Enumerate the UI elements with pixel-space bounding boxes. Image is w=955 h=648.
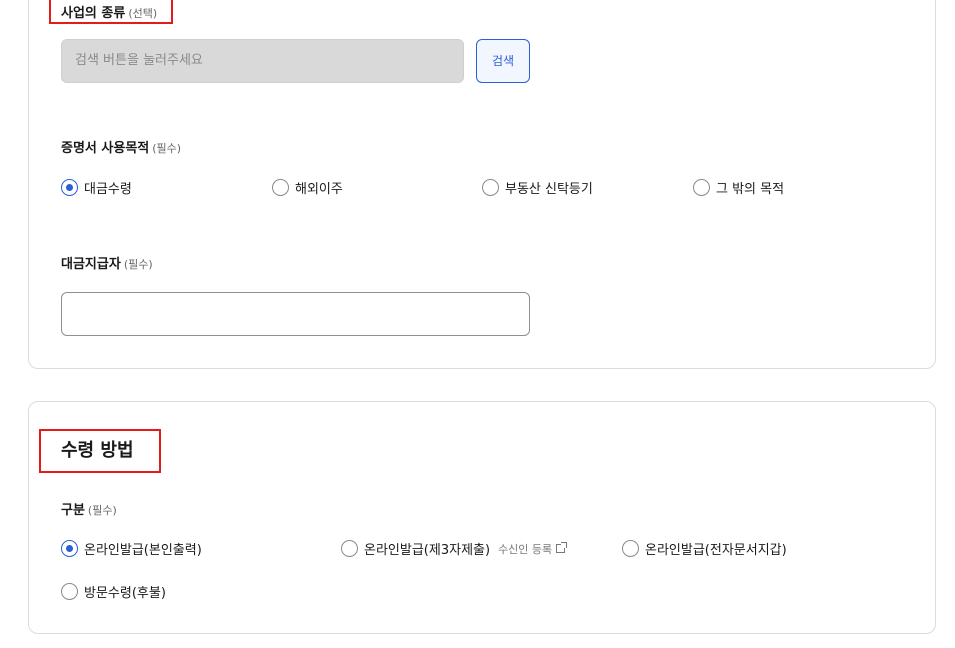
required-tag: (필수) — [152, 142, 182, 155]
business-type-search-input[interactable]: 검색 버튼을 눌러주세요 — [61, 39, 464, 83]
receipt-radio-third-party[interactable]: 온라인발급(제3자제출) 수신인 등록 — [341, 539, 568, 558]
search-button[interactable]: 검색 — [476, 39, 530, 83]
radio-icon[interactable] — [272, 179, 289, 196]
required-tag: (필수) — [123, 258, 153, 271]
purpose-radio-emigration[interactable]: 해외이주 — [272, 178, 343, 197]
purpose-radio-other[interactable]: 그 밖의 목적 — [693, 178, 784, 197]
radio-checked-icon[interactable] — [61, 179, 78, 196]
receipt-method-title: 수령 방법 — [61, 440, 134, 461]
purpose-radio-trust-registration[interactable]: 부동산 신탁등기 — [482, 178, 593, 197]
receipt-radio-visit-pickup[interactable]: 방문수령(후불) — [61, 582, 166, 601]
purpose-radio-payment[interactable]: 대금수령 — [61, 178, 132, 197]
external-link-icon[interactable] — [556, 542, 568, 553]
business-type-label: 사업의 종류 (선택) — [61, 6, 158, 21]
radio-icon[interactable] — [341, 540, 358, 557]
radio-icon[interactable] — [482, 179, 499, 196]
radio-checked-icon[interactable] — [61, 540, 78, 557]
radio-icon[interactable] — [693, 179, 710, 196]
recipient-register-link[interactable]: 수신인 등록 — [498, 541, 552, 557]
required-tag: (필수) — [87, 504, 117, 517]
radio-icon[interactable] — [622, 540, 639, 557]
optional-tag: (선택) — [128, 7, 158, 20]
receipt-radio-self-print[interactable]: 온라인발급(본인출력) — [61, 539, 202, 558]
purpose-label: 증명서 사용목적 (필수) — [61, 141, 182, 156]
receipt-radio-e-wallet[interactable]: 온라인발급(전자문서지갑) — [622, 539, 787, 558]
payer-label: 대금지급자 (필수) — [61, 257, 153, 272]
payer-input[interactable] — [61, 292, 530, 336]
category-label: 구분 (필수) — [61, 503, 117, 518]
radio-icon[interactable] — [61, 583, 78, 600]
